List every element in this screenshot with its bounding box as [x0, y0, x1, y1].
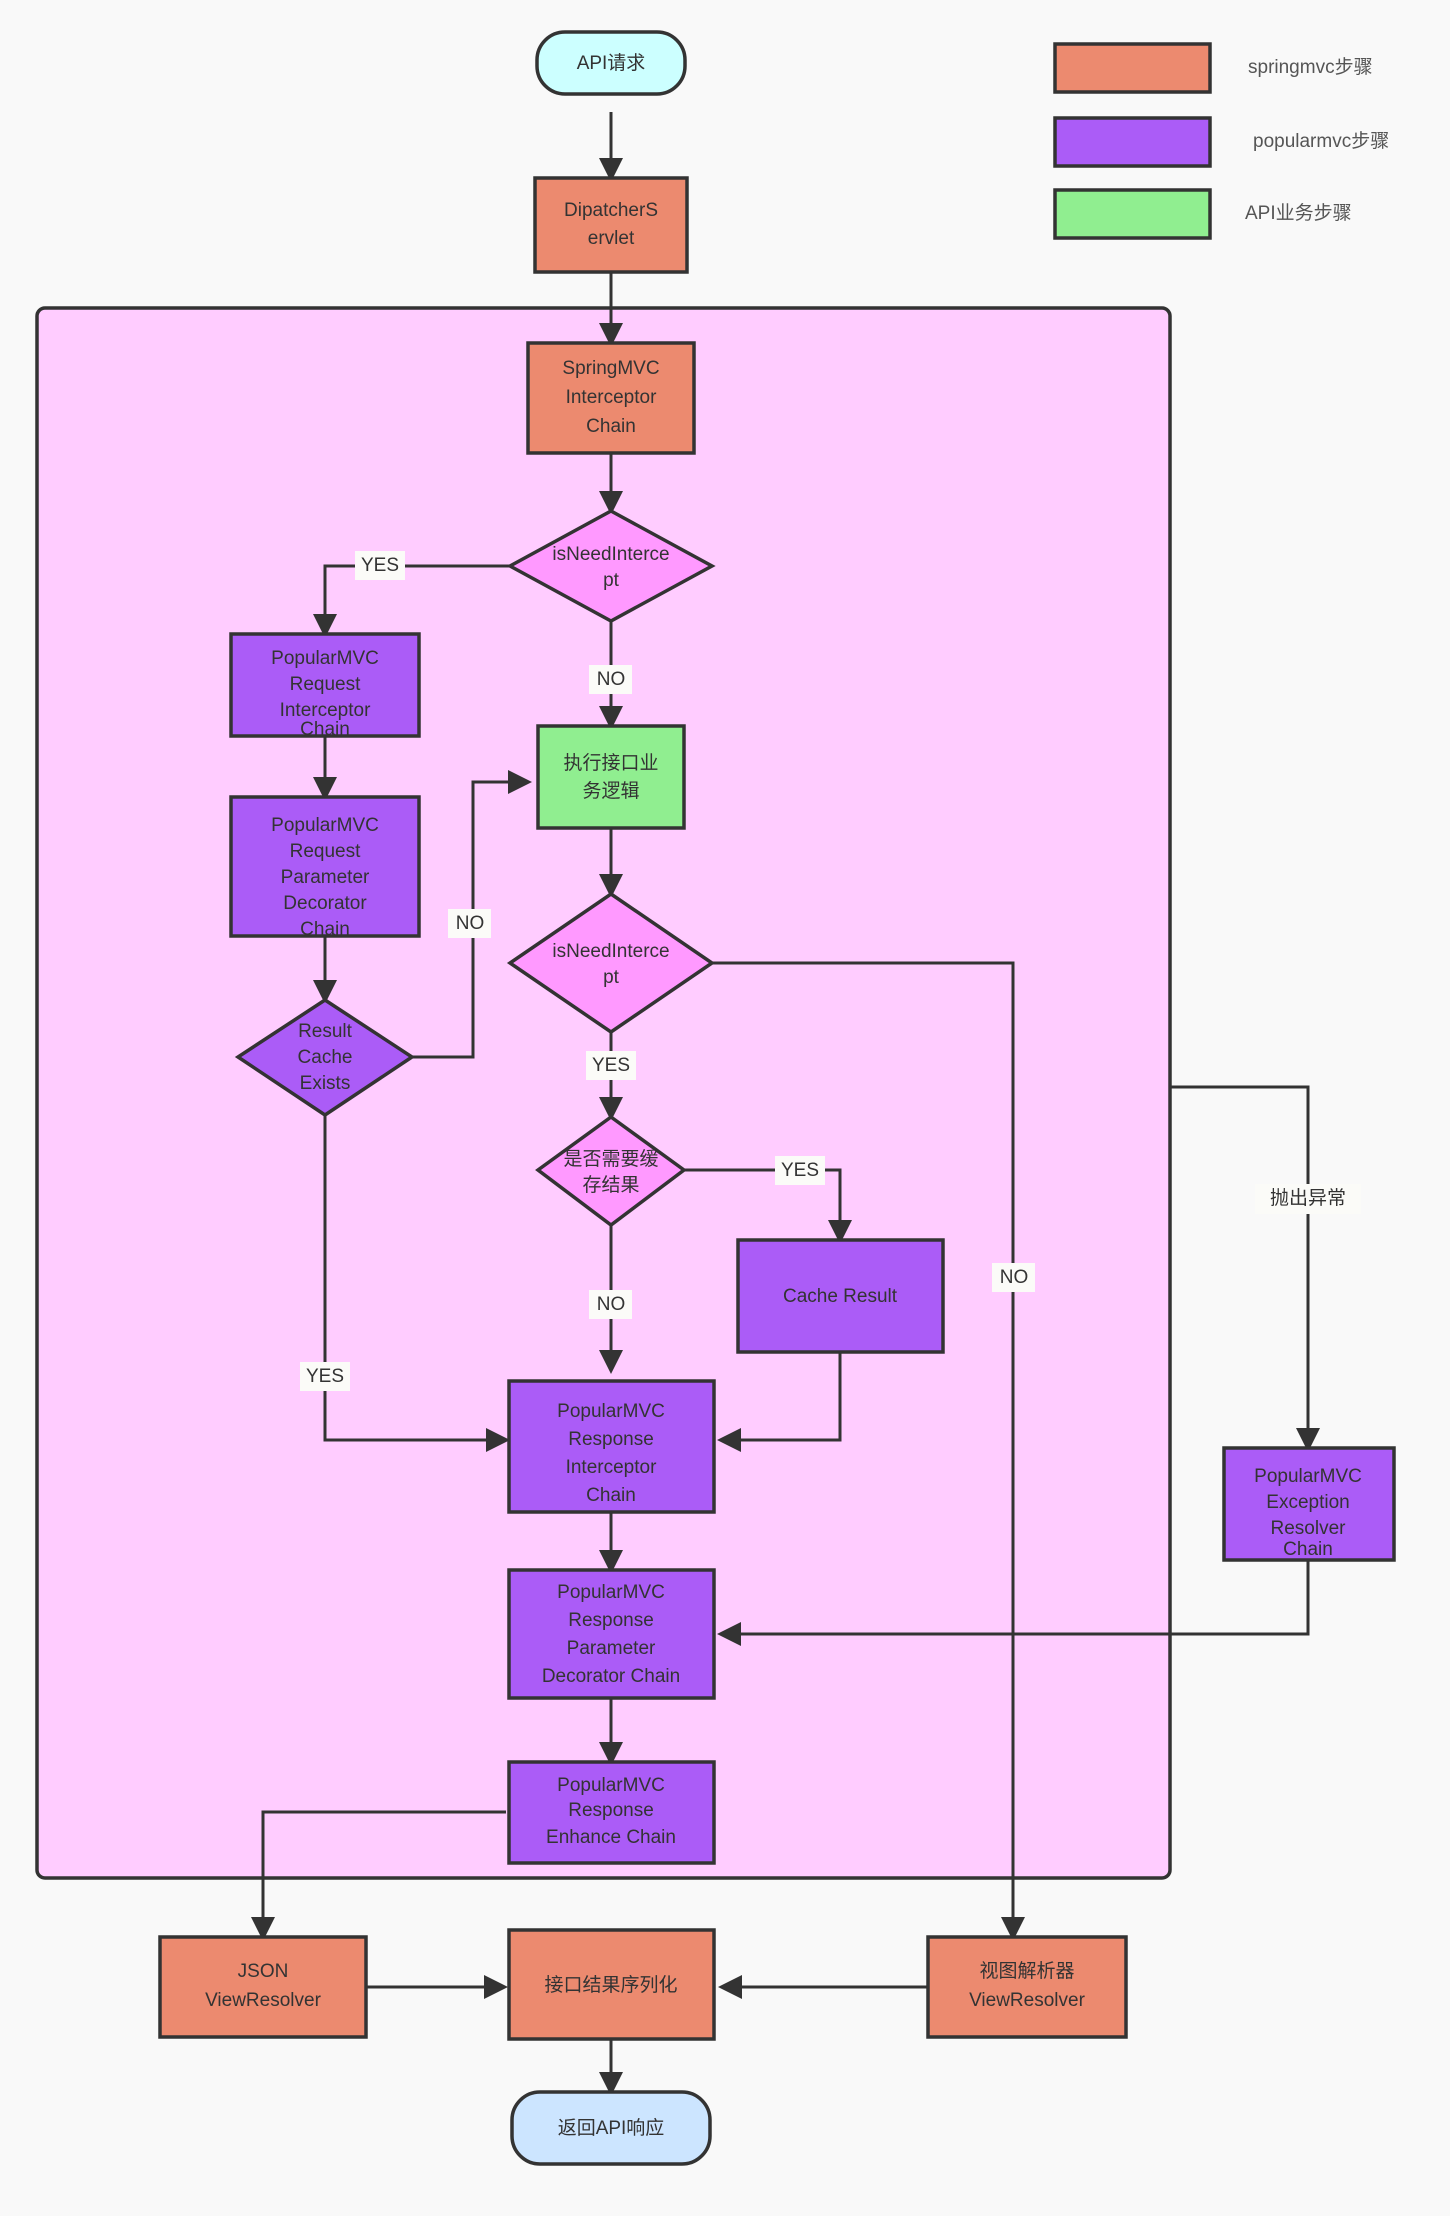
json-view-resolver-shape [158, 1935, 368, 2039]
node-popular-request-interceptor-chain[interactable]: PopularMVC Request Interceptor Chain [229, 632, 421, 740]
dispatcher-servlet-shape [533, 176, 689, 274]
legend-item-springmvc: springmvc步骤 [1053, 42, 1373, 94]
node-popular-request-param-decorator-chain[interactable]: PopularMVC Request Parameter Decorator C… [229, 795, 421, 940]
legend-swatch-springmvc [1053, 42, 1212, 94]
label-throw-exception: 抛出异常 [1270, 1187, 1346, 1209]
label-no-intercept-1: NO [597, 669, 626, 690]
edge-label-yes-intercept-1: YES [355, 551, 405, 580]
edge-label-no-need-cache: NO [589, 1290, 632, 1319]
edge-label-no-cache-exists: NO [448, 909, 491, 938]
legend-item-popularmvc: popularmvc步骤 [1053, 116, 1389, 168]
cache-result-shape [736, 1238, 945, 1354]
edge-label-no-intercept-2: NO [992, 1263, 1035, 1292]
popular-resp-param-shape [507, 1568, 716, 1700]
result-serialize-shape [507, 1928, 716, 2041]
label-no-intercept-2: NO [1000, 1267, 1029, 1288]
api-request-shape [535, 30, 687, 96]
popular-exception-resolver-shape [1222, 1446, 1396, 1562]
popular-resp-enhance-shape [507, 1760, 716, 1865]
edge-throw-exception [1170, 1085, 1320, 1452]
node-springmvc-interceptor-chain[interactable]: SpringMVC Interceptor Chain [526, 341, 696, 455]
api-response-shape [510, 2090, 712, 2166]
legend-swatch-popularmvc [1053, 116, 1212, 168]
legend-label-popularmvc: popularmvc步骤 [1253, 130, 1389, 152]
edge-label-yes-intercept-2: YES [586, 1051, 636, 1080]
label-yes-intercept-2: YES [592, 1055, 630, 1076]
flowchart-svg: API请求 DipatcherS ervlet SpringMVC Interc… [35, 30, 1396, 2166]
label-yes-cache-exists: YES [306, 1366, 344, 1387]
popular-resp-interceptor-shape [507, 1379, 716, 1514]
edge-label-yes-cache-exists: YES [300, 1362, 350, 1391]
node-cache-result[interactable]: Cache Result [736, 1238, 945, 1354]
edge-label-no-intercept-1: NO [589, 665, 632, 694]
springmvc-interceptor-shape [526, 341, 696, 455]
label-no-cache-exists: NO [456, 913, 485, 934]
exec-api-logic-shape [536, 724, 686, 830]
label-yes-intercept-1: YES [361, 555, 399, 576]
legend-swatch-api-business [1053, 188, 1212, 240]
node-dispatcher-servlet[interactable]: DipatcherS ervlet [533, 176, 689, 274]
node-api-response[interactable]: 返回API响应 [510, 2090, 712, 2166]
node-popular-response-interceptor-chain[interactable]: PopularMVC Response Interceptor Chain [507, 1379, 716, 1514]
node-popular-response-param-decorator-chain[interactable]: PopularMVC Response Parameter Decorator … [507, 1568, 716, 1700]
node-exec-api-logic[interactable]: 执行接口业 务逻辑 [536, 724, 686, 830]
legend: springmvc步骤 popularmvc步骤 API业务步骤 [1053, 42, 1389, 240]
edge-label-yes-need-cache: YES [775, 1156, 825, 1185]
label-no-need-cache: NO [597, 1294, 626, 1315]
node-json-view-resolver[interactable]: JSON ViewResolver [158, 1935, 368, 2039]
node-popular-response-enhance-chain[interactable]: PopularMVC Response Enhance Chain [507, 1760, 716, 1865]
legend-label-api-business: API业务步骤 [1245, 202, 1352, 224]
node-popular-exception-resolver-chain[interactable]: PopularMVC Exception Resolver Chain [1222, 1446, 1396, 1562]
node-result-serialize[interactable]: 接口结果序列化 [507, 1928, 716, 2041]
popular-req-interceptor-shape [229, 632, 421, 738]
label-yes-need-cache: YES [781, 1160, 819, 1181]
edge-label-throw-exception: 抛出异常 [1255, 1184, 1361, 1214]
node-view-resolver[interactable]: 视图解析器 ViewResolver [926, 1935, 1128, 2039]
popular-req-param-shape [229, 795, 421, 938]
legend-item-api-business: API业务步骤 [1053, 188, 1352, 240]
view-resolver-shape [926, 1935, 1128, 2039]
node-api-request[interactable]: API请求 [535, 30, 687, 96]
flowchart-canvas: API请求 DipatcherS ervlet SpringMVC Interc… [0, 0, 1450, 2216]
legend-label-springmvc: springmvc步骤 [1248, 56, 1373, 78]
